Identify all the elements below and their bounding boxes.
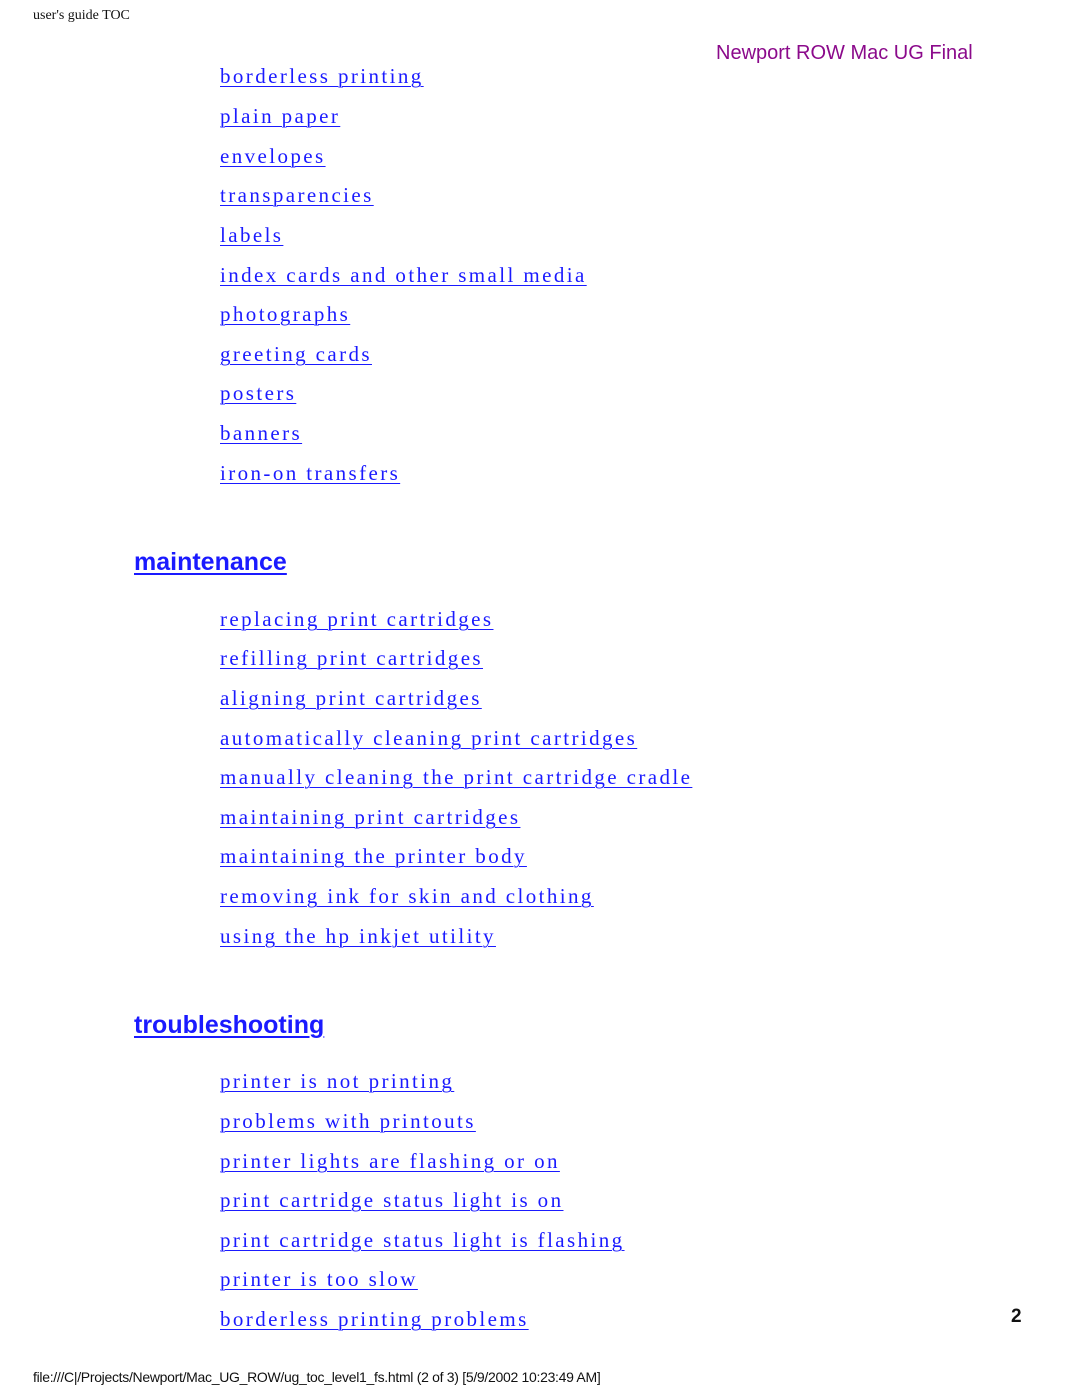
toc-link-transparencies[interactable]: transparencies <box>220 183 374 208</box>
toc-link-hp-inkjet-utility[interactable]: using the hp inkjet utility <box>220 924 496 949</box>
toc-link-banners[interactable]: banners <box>220 421 302 446</box>
toc-link-refilling-print-cartridges[interactable]: refilling print cartridges <box>220 646 483 671</box>
toc-link-status-light-on[interactable]: print cartridge status light is on <box>220 1188 563 1213</box>
toc-link-labels[interactable]: labels <box>220 223 283 248</box>
toc-link-printer-too-slow[interactable]: printer is too slow <box>220 1267 418 1292</box>
footer-file-path: file:///C|/Projects/Newport/Mac_UG_ROW/u… <box>33 1369 601 1385</box>
toc-link-manually-cleaning-cradle[interactable]: manually cleaning the print cartridge cr… <box>220 765 692 790</box>
toc-link-problems-with-printouts[interactable]: problems with printouts <box>220 1109 476 1134</box>
toc-link-maintaining-printer-body[interactable]: maintaining the printer body <box>220 844 527 869</box>
toc-link-greeting-cards[interactable]: greeting cards <box>220 342 372 367</box>
toc-link-aligning-print-cartridges[interactable]: aligning print cartridges <box>220 686 482 711</box>
toc-link-maintaining-print-cartridges[interactable]: maintaining print cartridges <box>220 805 520 830</box>
toc-link-index-cards[interactable]: index cards and other small media <box>220 263 587 288</box>
toc-link-printer-not-printing[interactable]: printer is not printing <box>220 1069 454 1094</box>
toc-link-borderless-printing-problems[interactable]: borderless printing problems <box>220 1307 529 1332</box>
toc-link-plain-paper[interactable]: plain paper <box>220 104 340 129</box>
toc-link-borderless-printing[interactable]: borderless printing <box>220 64 424 89</box>
toc-link-removing-ink[interactable]: removing ink for skin and clothing <box>220 884 594 909</box>
toc-link-replacing-print-cartridges[interactable]: replacing print cartridges <box>220 607 493 632</box>
toc-link-envelopes[interactable]: envelopes <box>220 144 326 169</box>
toc-link-automatically-cleaning[interactable]: automatically cleaning print cartridges <box>220 726 637 751</box>
toc-link-iron-on-transfers[interactable]: iron-on transfers <box>220 461 400 486</box>
toc-link-printer-lights[interactable]: printer lights are flashing or on <box>220 1149 560 1174</box>
document-title: Newport ROW Mac UG Final <box>716 42 973 64</box>
toc-link-posters[interactable]: posters <box>220 381 296 406</box>
section-heading-troubleshooting[interactable]: troubleshooting <box>134 1011 324 1040</box>
section-heading-maintenance[interactable]: maintenance <box>134 548 287 577</box>
page-header-left: user's guide TOC <box>33 8 130 23</box>
toc-link-status-light-flashing[interactable]: print cartridge status light is flashing <box>220 1228 625 1253</box>
toc-link-photographs[interactable]: photographs <box>220 302 350 327</box>
page-number: 2 <box>1011 1306 1022 1327</box>
